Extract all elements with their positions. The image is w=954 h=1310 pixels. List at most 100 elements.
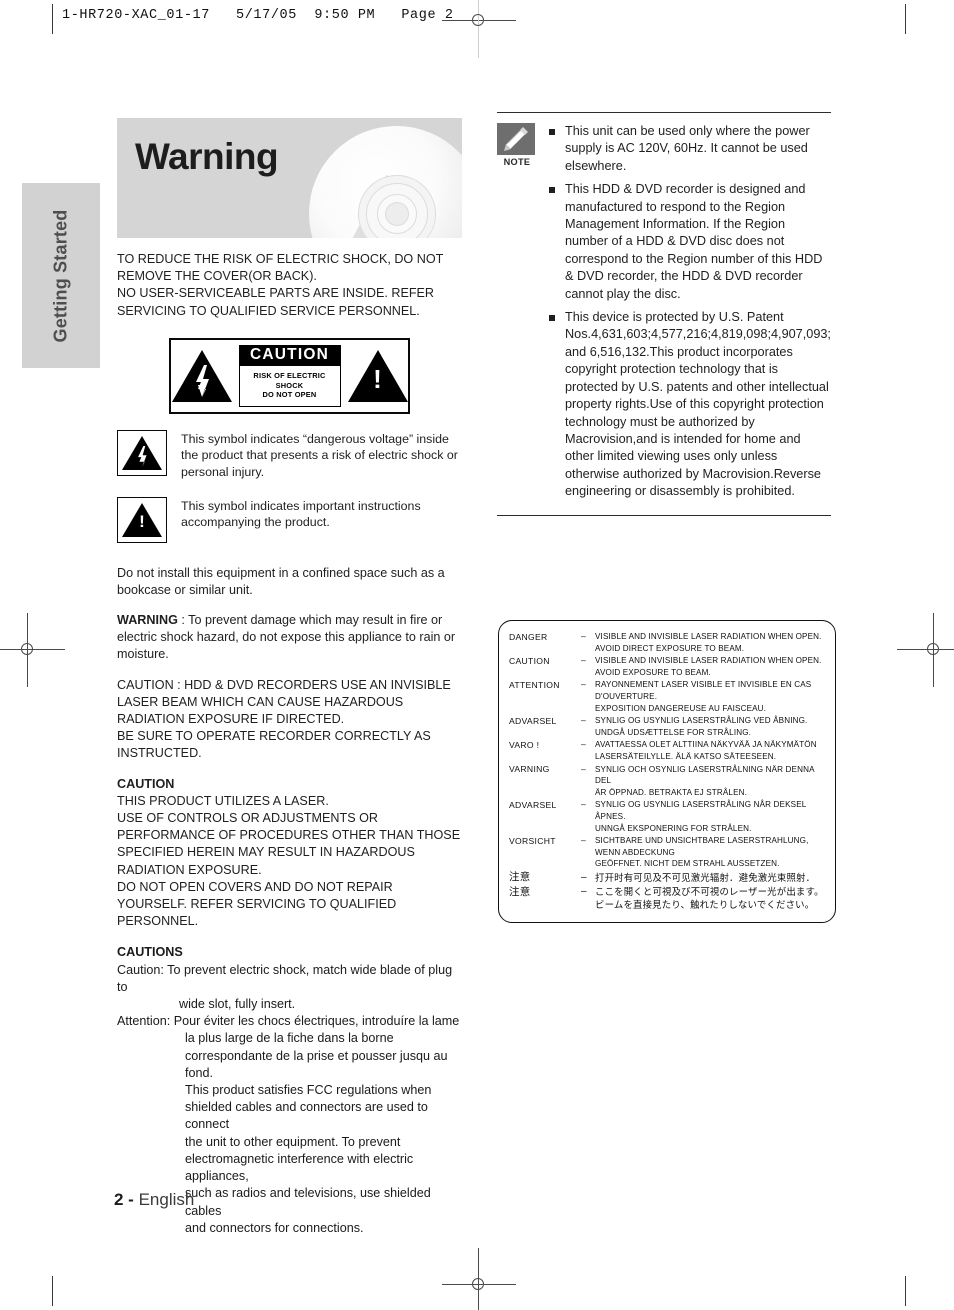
registration-mark-bottom: [442, 1248, 516, 1310]
caution-label-box: CAUTION RISK OF ELECTRIC SHOCK DO NOT OP…: [169, 337, 410, 414]
laser-warning-dash: –: [581, 835, 586, 846]
cautions-french-cont-2: correspondante de la prise et pousser ju…: [185, 1048, 448, 1080]
note-block: NOTE This unit can be used only where th…: [497, 123, 831, 507]
laser-warning-text: VISIBLE AND INVISIBLE LASER RADIATION WH…: [595, 655, 829, 678]
cautions-fcc-line-1: This product satisfies FCC regulations w…: [185, 1083, 432, 1098]
caution-section: CAUTION THIS PRODUCT UTILIZES A LASER. U…: [117, 776, 461, 929]
caution-sublabel: RISK OF ELECTRIC SHOCK DO NOT OPEN: [238, 365, 341, 407]
footer-language: English: [133, 1190, 195, 1209]
note-item: This unit can be used only where the pow…: [549, 123, 831, 175]
laser-warning-text: SYNLIG OG USYNLIG LASERSTRÅLING VED ÅBNI…: [595, 715, 829, 738]
laser-warning-language: ADVARSEL: [509, 799, 557, 810]
note-item-text: This unit can be used only where the pow…: [565, 124, 810, 173]
laser-warning-line: VISIBLE AND INVISIBLE LASER RADIATION WH…: [595, 656, 822, 666]
laser-warning-language: ATTENTION: [509, 679, 560, 690]
symbol-legend-voltage-text: This symbol indicates “dangerous voltage…: [181, 431, 458, 479]
note-item-text: This HDD & DVD recorder is designed and …: [565, 182, 823, 301]
section-tab-label: Getting Started: [50, 208, 71, 343]
note-list: This unit can be used only where the pow…: [549, 123, 831, 507]
laser-warning-text: SYNLIG OCH OSYNLIG LASERSTRÅLNING NÄR DE…: [595, 764, 829, 799]
laser-warning-language: CAUTION: [509, 655, 550, 666]
document-page: 1-HR720-XAC_01-17 5/17/05 9:50 PM Page 2…: [0, 0, 954, 1310]
confined-space-notice: Do not install this equipment in a confi…: [117, 565, 445, 597]
laser-warning-language: ADVARSEL: [509, 715, 557, 726]
laser-warning-table: DANGER – VISIBLE AND INVISIBLE LASER RADIA…: [498, 620, 836, 924]
page-footer: 2 - English: [114, 1190, 194, 1210]
exclamation-triangle-icon: !: [117, 496, 167, 543]
laser-warning-line: UNDGÅ UDSÆTTELSE FOR STRÅLING.: [595, 727, 752, 737]
print-file-header: 1-HR720-XAC_01-17 5/17/05 9:50 PM Page 2: [62, 8, 454, 23]
laser-warning-text: SICHTBARE UND UNSICHTBARE LASERSTRAHLUNG…: [595, 835, 829, 870]
symbol-legend-voltage: This symbol indicates “dangerous voltage…: [117, 429, 462, 481]
cautions-fcc-line-4: electromagnetic interference with electr…: [185, 1151, 414, 1184]
laser-warning-dash: –: [581, 763, 586, 774]
laser-warning-text: AVATTAESSA OLET ALTTIINA NÄKYVÄÄ JA NÄKY…: [595, 739, 829, 762]
laser-warning-row: CAUTION – VISIBLE AND INVISIBLE LASER RADI…: [509, 655, 829, 678]
laser-warning-dash: –: [581, 679, 586, 690]
laser-warning-row: ADVARSEL – SYNLIG OG USYNLIG LASERSTRÅLING…: [509, 799, 829, 834]
laser-warning-language: VARNING: [509, 764, 550, 775]
laser-warning-language: 注意: [509, 871, 531, 884]
note-item-text: This device is protected by U.S. Patent …: [565, 310, 831, 499]
laser-warning-rows: DANGER – VISIBLE AND INVISIBLE LASER RADIA…: [509, 631, 829, 911]
crop-mark-left-vertical: [52, 1276, 53, 1306]
laser-warning-line: LASERSÄTEILYLLE. ÄLÄ KATSO SÄTEESEEN.: [595, 751, 777, 761]
laser-warning-dash: –: [581, 739, 586, 750]
laser-warning-line: SYNLIG OG USYNLIG LASERSTRÅLING VED ÅBNI…: [595, 716, 808, 726]
cautions-section-heading: CAUTIONS: [117, 945, 183, 960]
symbol-legend-instructions-text: This symbol indicates important instruct…: [181, 498, 421, 530]
laser-warning-line: GEÖFFNET. NICHT DEM STRAHL AUSSETZEN.: [595, 859, 780, 869]
laser-warning-row: 注意 – ここを開くと可視及び不可視のレーザー光が出ます。 ビームを直接見たり、触れた…: [509, 885, 829, 911]
caution-section-heading: CAUTION: [117, 776, 175, 791]
laser-warning-dash: –: [581, 799, 586, 810]
note-badge: NOTE: [497, 123, 537, 507]
laser-warning-text: ここを開くと可視及び不可視のレーザー光が出ます。 ビームを直接見たり、触れたりしな…: [595, 885, 829, 911]
section-tab-getting-started: Getting Started: [22, 183, 100, 368]
lightning-bolt-triangle-icon: [117, 429, 167, 476]
laser-warning-line: AVOID DIRECT EXPOSURE TO BEAM.: [595, 643, 745, 653]
laser-warning-line: RAYONNEMENT LASER VISIBLE ET INVISIBLE E…: [595, 680, 812, 701]
symbol-legend-instructions: ! This symbol indicates important instru…: [117, 496, 462, 543]
note-item: This HDD & DVD recorder is designed and …: [549, 181, 831, 303]
laser-warning-text: SYNLIG OG USYNLIG LASERSTRÅLING NÅR DEKS…: [595, 799, 829, 834]
crop-mark-top-left: [52, 4, 53, 34]
laser-warning-text: 打开时有可见及不可见激光辐射．避免激光束照射．: [595, 871, 829, 884]
laser-warning-line: ビームを直接見たり、触れたりしないでください。: [595, 899, 815, 911]
warning-moisture-notice: WARNING : To prevent damage which may re…: [117, 612, 462, 664]
laser-warning-line: SICHTBARE UND UNSICHTBARE LASERSTRAHLUNG…: [595, 836, 809, 857]
registration-mark-right: [897, 613, 954, 687]
caution-word: CAUTION: [238, 344, 341, 366]
laser-warning-line: ここを開くと可視及び不可視のレーザー光が出ます。: [595, 886, 824, 898]
registration-mark-top: [442, 0, 516, 58]
laser-warning-row: VORSICHT – SICHTBARE UND UNSICHTBARE LASER…: [509, 835, 829, 870]
crop-mark-right-top: [905, 4, 906, 34]
laser-warning-dash: –: [581, 655, 586, 666]
laser-warning-language: DANGER: [509, 631, 548, 642]
compact-disc-icon: [309, 126, 462, 238]
laser-warning-line: UNNGÅ EKSPONERING FOR STRÅLEN.: [595, 823, 752, 833]
cautions-fcc-line-6: and connectors for connections.: [185, 1220, 364, 1235]
registration-mark-left: [0, 613, 65, 687]
note-divider-top: [497, 112, 831, 113]
footer-page-number: 2 -: [114, 1190, 134, 1209]
laser-warning-line: 打开时有可见及不可见激光辐射．避免激光束照射．: [595, 871, 816, 883]
note-divider-bottom: [497, 514, 831, 516]
bullet-square-icon: [549, 129, 555, 135]
cautions-french-cont-1: la plus large de la fiche dans la borne: [185, 1031, 394, 1046]
cautions-fcc-line-2: shielded cables and connectors are used …: [185, 1100, 428, 1132]
laser-warning-line: SYNLIG OCH OSYNLIG LASERSTRÅLNING NÄR DE…: [595, 764, 815, 786]
laser-warning-line: VISIBLE AND INVISIBLE LASER RADIATION WH…: [595, 632, 822, 641]
laser-warning-row: VARO ! – AVATTAESSA OLET ALTTIINA NÄKYVÄÄ …: [509, 739, 829, 762]
caution-center-label: CAUTION RISK OF ELECTRIC SHOCK DO NOT OP…: [238, 344, 341, 407]
exclamation-triangle-icon: !: [347, 349, 408, 402]
laser-warning-dash: –: [581, 631, 586, 641]
laser-warning-dash: –: [581, 715, 586, 726]
warning-banner: Warning: [117, 118, 462, 238]
laser-warning-language: VORSICHT: [509, 835, 556, 846]
laser-warning-row: ATTENTION – RAYONNEMENT LASER VISIBLE ET I…: [509, 679, 829, 714]
laser-warning-row: 注意 – 打开时有可见及不可见激光辐射．避免激光束照射．: [509, 871, 829, 885]
laser-warning-line: EXPOSITION DANGEREUSE AU FAISCEAU.: [595, 703, 767, 713]
laser-warning-line: SYNLIG OG USYNLIG LASERSTRÅLING NÅR DEKS…: [595, 800, 807, 821]
laser-warning-line: AVOID EXPOSURE TO BEAM.: [595, 667, 711, 677]
laser-warning-row: ADVARSEL – SYNLIG OG USYNLIG LASERSTRÅLING…: [509, 715, 829, 738]
